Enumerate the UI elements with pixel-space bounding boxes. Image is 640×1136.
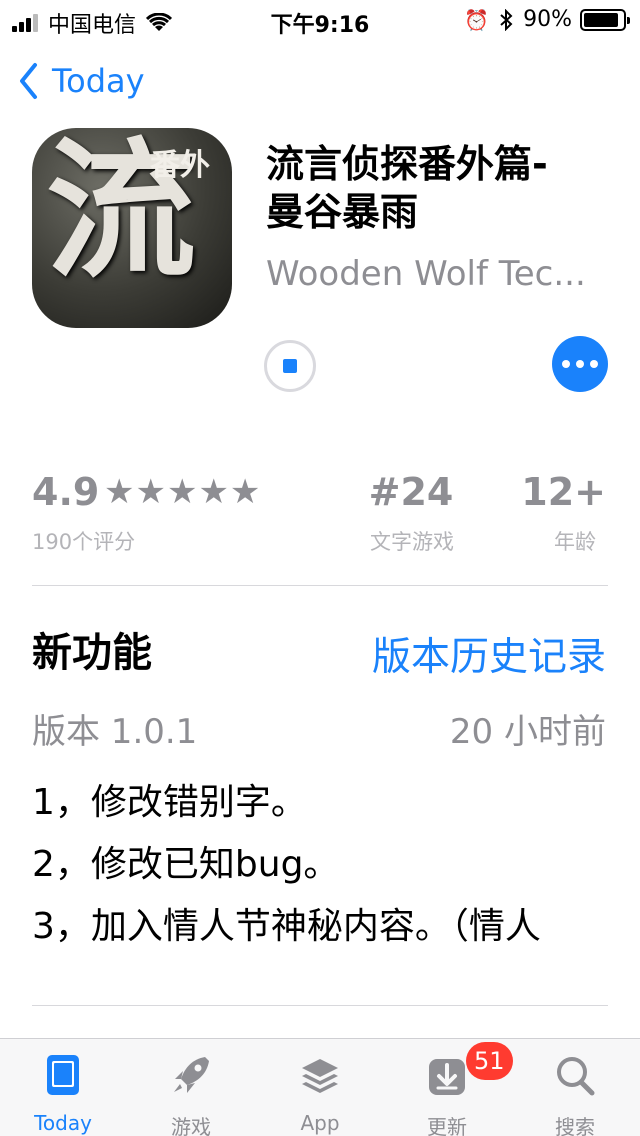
whats-new-title: 新功能 — [32, 630, 152, 676]
release-notes[interactable]: 1，修改错别字。 2，修改已知bug。 3，加入情人节神秘内容。（情人 — [32, 772, 608, 958]
version-time: 20 小时前 — [449, 712, 606, 752]
version-label: 版本 1.0.1 — [32, 712, 198, 752]
tab-search[interactable]: 搜索 — [520, 1039, 630, 1136]
ratings-summary: 4.9 ★★★★★ 190个评分 #24 文字游戏 12+ 年龄 — [0, 470, 640, 560]
release-note-item: 2，修改已知bug。 — [32, 844, 340, 885]
release-note-item: 3，加入情人节神秘内容。（情人 — [32, 906, 541, 947]
tab-label: 更新 — [427, 1115, 467, 1136]
chart-rank: #24 — [368, 470, 454, 514]
divider — [32, 1005, 608, 1006]
star-rating-icon: ★★★★★ — [104, 472, 262, 512]
app-title: 流言侦探番外篇- 曼谷暴雨 — [266, 140, 616, 236]
tab-label: Today — [34, 1111, 92, 1135]
tab-today[interactable]: Today — [8, 1039, 118, 1136]
back-button[interactable]: Today — [18, 62, 145, 100]
tab-label: App — [300, 1111, 340, 1135]
today-icon — [47, 1055, 79, 1095]
stop-icon — [283, 359, 297, 373]
app-icon-small-text: 番外 — [150, 148, 210, 183]
developer-name[interactable]: Wooden Wolf Tec... — [266, 254, 606, 294]
stop-download-button[interactable] — [264, 340, 316, 392]
age-label: 年龄 — [554, 530, 596, 554]
tab-bar: Today 游戏 App 更新 搜索 — [0, 1038, 640, 1136]
search-icon — [557, 1057, 595, 1096]
ellipsis-icon — [562, 360, 570, 368]
updates-badge: 51 — [466, 1042, 513, 1080]
download-icon — [429, 1059, 465, 1095]
app-title-line2: 曼谷暴雨 — [266, 190, 419, 234]
back-label: Today — [52, 62, 145, 100]
tab-label: 游戏 — [171, 1115, 211, 1136]
chevron-left-icon — [20, 63, 37, 99]
battery-fill — [584, 12, 619, 27]
layers-icon — [302, 1059, 338, 1093]
rocket-icon — [174, 1057, 209, 1093]
alarm-icon: ⏰ — [464, 7, 490, 32]
more-options-button[interactable] — [552, 336, 608, 392]
tab-label: 搜索 — [555, 1115, 595, 1136]
tab-games[interactable]: 游戏 — [136, 1039, 246, 1136]
version-history-link[interactable]: 版本历史记录 — [372, 626, 606, 682]
status-bar: 中国电信 下午9:16 ⏰ 90% — [0, 0, 640, 40]
app-icon: 流 番外 — [32, 128, 232, 328]
tab-apps[interactable]: App — [265, 1039, 375, 1136]
chart-category: 文字游戏 — [370, 530, 454, 554]
bluetooth-icon — [500, 8, 513, 31]
release-note-item: 1，修改错别字。 — [32, 782, 307, 823]
status-right: ⏰ 90% — [464, 7, 630, 32]
rating-value: 4.9 — [32, 470, 100, 514]
age-rating: 12+ — [521, 470, 606, 514]
app-title-line1: 流言侦探番外篇- — [266, 142, 548, 186]
battery-percent: 90% — [523, 7, 572, 32]
rating-count: 190个评分 — [32, 530, 136, 554]
battery-icon — [580, 8, 630, 31]
divider — [32, 585, 608, 586]
